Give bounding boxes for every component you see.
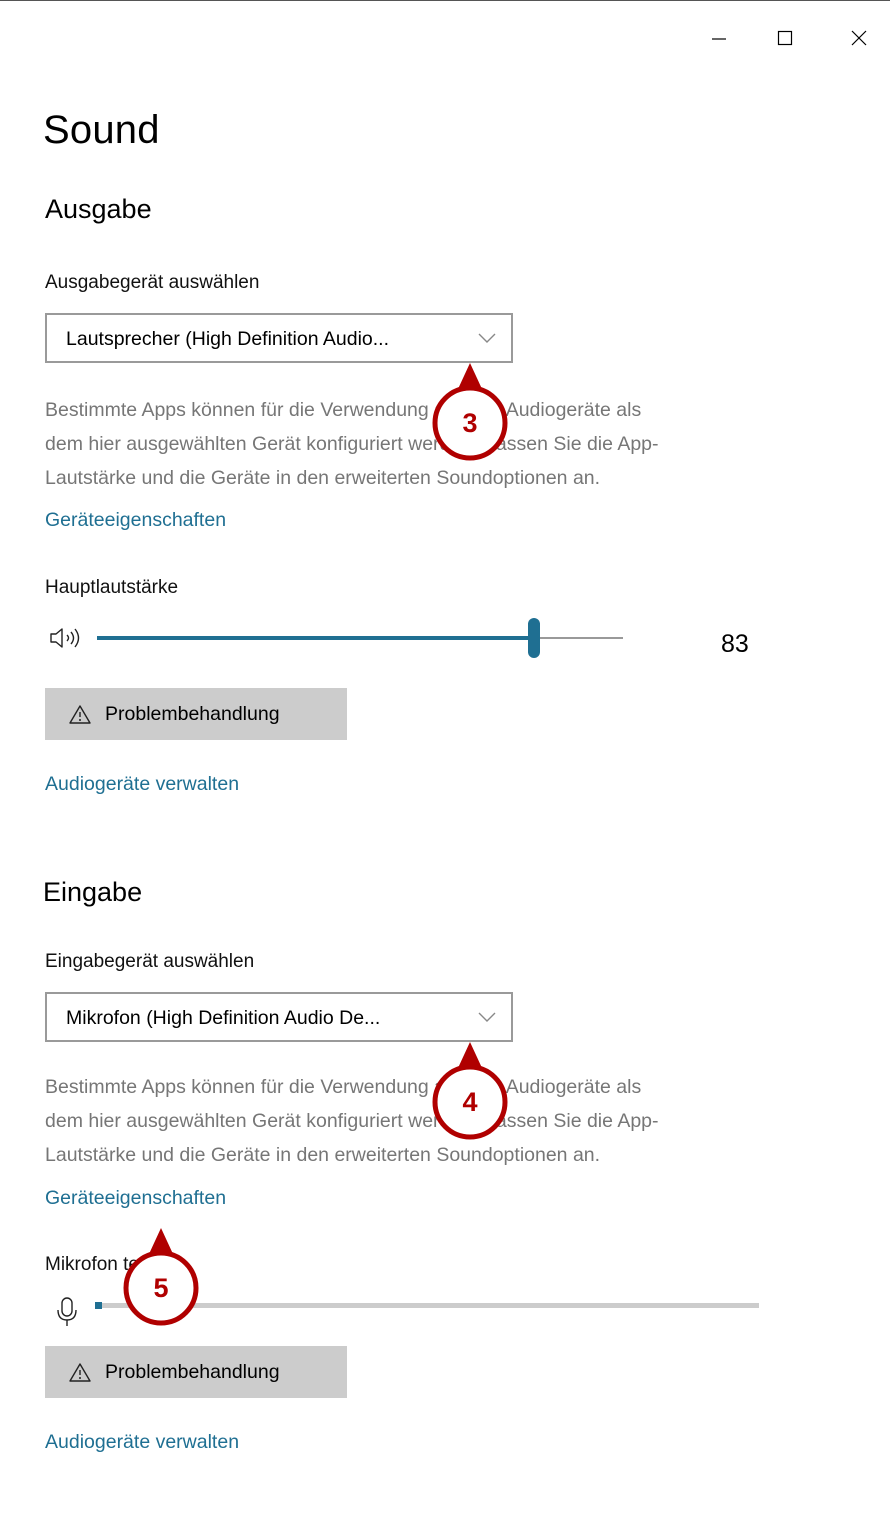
input-device-dropdown[interactable]: Mikrofon (High Definition Audio De... (45, 992, 513, 1042)
volume-slider-thumb[interactable] (528, 618, 540, 658)
input-heading: Eingabe (43, 877, 143, 907)
close-icon (851, 30, 867, 46)
output-device-label: Ausgabegerät auswählen (45, 272, 260, 293)
output-troubleshoot-button[interactable]: Problembehandlung (45, 688, 347, 740)
maximize-icon (777, 30, 793, 46)
callout-5-number: 5 (153, 1272, 169, 1303)
input-device-properties-link[interactable]: Geräteeigenschaften (45, 1187, 226, 1210)
input-manage-devices-link[interactable]: Audiogeräte verwalten (45, 1431, 239, 1454)
chevron-down-icon (478, 333, 496, 343)
output-device-properties-link[interactable]: Geräteeigenschaften (45, 509, 226, 532)
volume-value: 83 (721, 630, 749, 658)
callout-4: 4 (422, 1038, 518, 1142)
warning-icon (69, 704, 91, 724)
close-button[interactable] (839, 20, 879, 56)
output-device-value: Lautsprecher (High Definition Audio... (66, 328, 390, 350)
callout-3: 3 (422, 359, 518, 463)
output-troubleshoot-label: Problembehandlung (105, 702, 280, 725)
input-description-line-3: Lautstärke und die Geräte in den erweite… (45, 1144, 601, 1166)
page-title: Sound (43, 108, 160, 152)
input-troubleshoot-button[interactable]: Problembehandlung (45, 1346, 347, 1398)
mic-level-fill (95, 1302, 102, 1309)
input-device-label: Eingabegerät auswählen (45, 951, 255, 972)
callout-3-number: 3 (462, 407, 478, 438)
input-device-value: Mikrofon (High Definition Audio De... (66, 1007, 381, 1029)
minimize-icon (712, 38, 726, 40)
window-top-border (0, 0, 890, 1)
callout-5: 5 (113, 1224, 209, 1328)
volume-label: Hauptlautstärke (45, 577, 179, 598)
input-troubleshoot-label: Problembehandlung (105, 1360, 280, 1383)
minimize-button[interactable] (699, 20, 739, 56)
output-manage-devices-link[interactable]: Audiogeräte verwalten (45, 773, 239, 796)
volume-slider[interactable] (97, 618, 623, 658)
chevron-down-icon (478, 1012, 496, 1022)
speaker-icon[interactable] (48, 626, 90, 650)
output-heading: Ausgabe (45, 194, 152, 224)
microphone-icon (57, 1297, 77, 1326)
output-device-dropdown[interactable]: Lautsprecher (High Definition Audio... (45, 313, 513, 363)
callout-4-number: 4 (462, 1086, 478, 1117)
output-description-line-3: Lautstärke und die Geräte in den erweite… (45, 467, 601, 489)
maximize-button[interactable] (765, 20, 805, 56)
warning-icon (69, 1362, 91, 1382)
volume-slider-fill (97, 636, 534, 640)
